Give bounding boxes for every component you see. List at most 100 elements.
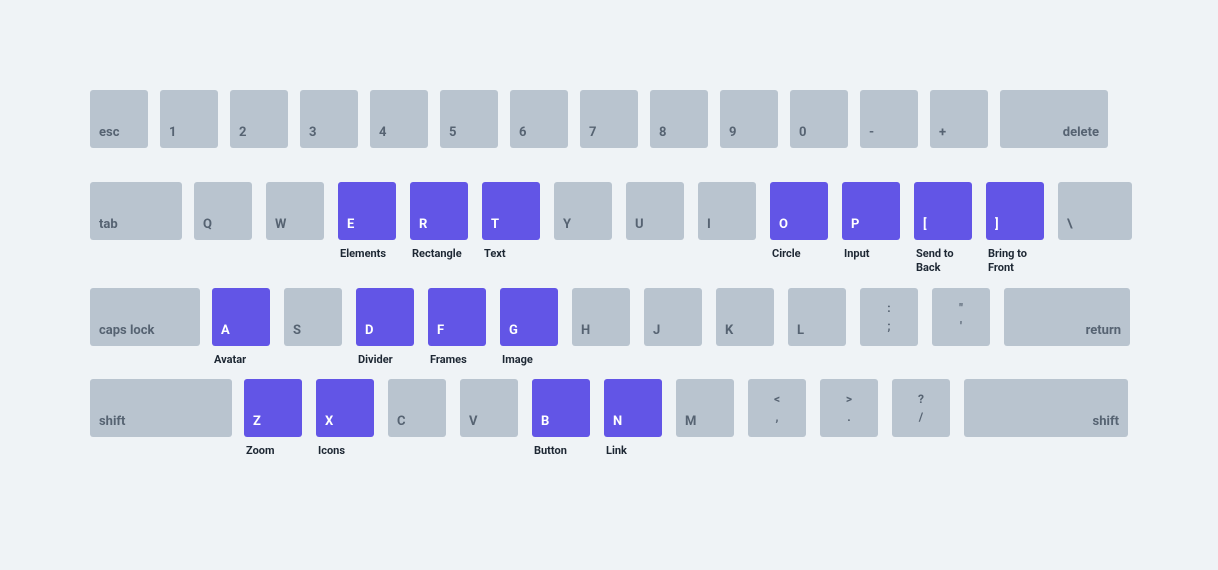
key-wrap-minus: - (860, 90, 918, 148)
key-bracket-open[interactable]: [ (914, 182, 972, 240)
key-wrap-plus: + (930, 90, 988, 148)
key-tab[interactable]: tab (90, 182, 182, 240)
key-N[interactable]: N (604, 379, 662, 437)
key-return[interactable]: return (1004, 288, 1130, 346)
key-wrap-shift-left: shift. (90, 379, 232, 458)
key-cap-E: E (347, 218, 354, 231)
key-A[interactable]: A (212, 288, 270, 346)
key-cap-V: V (469, 415, 478, 428)
key-6[interactable]: 6 (510, 90, 568, 148)
key-2[interactable]: 2 (230, 90, 288, 148)
key-wrap-0: 0 (790, 90, 848, 148)
key-E[interactable]: E (338, 182, 396, 240)
key-quote[interactable]: "' (932, 288, 990, 346)
key-cap-A: A (221, 324, 230, 337)
key-cap-shift-left: shift (99, 415, 125, 428)
key-cap-C: C (397, 415, 406, 428)
key-K[interactable]: K (716, 288, 774, 346)
key-cap-3: 3 (309, 126, 316, 139)
key-8[interactable]: 8 (650, 90, 708, 148)
key-cap-8: 8 (659, 126, 666, 139)
key-semicolon[interactable]: :; (860, 288, 918, 346)
key-wrap-N: NLink (604, 379, 664, 458)
key-caps-lock[interactable]: caps lock (90, 288, 200, 346)
key-esc[interactable]: esc (90, 90, 148, 148)
key-H[interactable]: H (572, 288, 630, 346)
key-cap-0: 0 (799, 126, 806, 139)
key-9[interactable]: 9 (720, 90, 778, 148)
key-P[interactable]: P (842, 182, 900, 240)
key-U[interactable]: U (626, 182, 684, 240)
key-3[interactable]: 3 (300, 90, 358, 148)
key-cap-6: 6 (519, 126, 526, 139)
key-cap-caps-lock: caps lock (99, 324, 154, 337)
key-wrap-7: 7 (580, 90, 638, 148)
key-R[interactable]: R (410, 182, 468, 240)
key-M[interactable]: M (676, 379, 734, 437)
key-5[interactable]: 5 (440, 90, 498, 148)
key-plus[interactable]: + (930, 90, 988, 148)
key-Z[interactable]: Z (244, 379, 302, 437)
key-T[interactable]: T (482, 182, 540, 240)
key-action-label-O: Circle (770, 240, 830, 261)
key-shift-right[interactable]: shift (964, 379, 1128, 437)
key-O[interactable]: O (770, 182, 828, 240)
key-X[interactable]: X (316, 379, 374, 437)
key-cap-R: R (419, 218, 427, 231)
key-cap-T: T (491, 218, 499, 231)
key-action-label-Z: Zoom (244, 437, 304, 458)
key-F[interactable]: F (428, 288, 486, 346)
key-cap-W: W (275, 218, 286, 231)
key-comma[interactable]: <, (748, 379, 806, 437)
key-W[interactable]: W (266, 182, 324, 240)
key-wrap-shift-right: shift. (964, 379, 1128, 458)
key-B[interactable]: B (532, 379, 590, 437)
keyboard-shortcut-diagram: esc1234567890-+deletetab.Q.W.EElementsRR… (90, 90, 1128, 458)
key-Y[interactable]: Y (554, 182, 612, 240)
key-wrap-A: AAvatar (212, 288, 272, 367)
key-wrap-J: J. (644, 288, 704, 367)
key-action-label-T: Text (482, 240, 542, 261)
key-shift-left[interactable]: shift (90, 379, 232, 437)
key-wrap-1: 1 (160, 90, 218, 148)
key-backslash[interactable]: \ (1058, 182, 1132, 240)
key-cap-return: return (1086, 324, 1121, 337)
key-action-label-D: Divider (356, 346, 416, 367)
key-cap-N: N (613, 415, 622, 428)
key-cap-backslash: \ (1067, 218, 1072, 231)
key-7[interactable]: 7 (580, 90, 638, 148)
key-wrap-T: T Text (482, 182, 542, 276)
key-wrap-esc: esc (90, 90, 148, 148)
key-D[interactable]: D (356, 288, 414, 346)
key-C[interactable]: C (388, 379, 446, 437)
key-cap-quote-1: ' (960, 320, 962, 332)
key-V[interactable]: V (460, 379, 518, 437)
key-J[interactable]: J (644, 288, 702, 346)
key-L[interactable]: L (788, 288, 846, 346)
key-bracket-close[interactable]: ] (986, 182, 1044, 240)
key-I[interactable]: I (698, 182, 756, 240)
key-1[interactable]: 1 (160, 90, 218, 148)
key-cap-quote-0: " (959, 302, 963, 314)
key-G[interactable]: G (500, 288, 558, 346)
key-wrap-4: 4 (370, 90, 428, 148)
keyboard-row-1: tab.Q.W.EElementsRRectangleTTextY.U.I.OC… (90, 182, 1128, 276)
key-0[interactable]: 0 (790, 90, 848, 148)
key-slash[interactable]: ?/ (892, 379, 950, 437)
key-Q[interactable]: Q (194, 182, 252, 240)
key-wrap-I: I. (698, 182, 758, 276)
key-4[interactable]: 4 (370, 90, 428, 148)
key-wrap-8: 8 (650, 90, 708, 148)
key-cap-tab: tab (99, 218, 118, 231)
key-wrap-B: BButton (532, 379, 592, 458)
key-minus[interactable]: - (860, 90, 918, 148)
key-wrap-3: 3 (300, 90, 358, 148)
key-wrap-P: PInput (842, 182, 902, 276)
key-delete[interactable]: delete (1000, 90, 1108, 148)
key-cap-O: O (779, 218, 788, 231)
key-cap-G: G (509, 324, 518, 337)
key-period[interactable]: >. (820, 379, 878, 437)
key-S[interactable]: S (284, 288, 342, 346)
key-cap-period-0: > (846, 393, 852, 405)
key-cap-7: 7 (589, 126, 596, 139)
